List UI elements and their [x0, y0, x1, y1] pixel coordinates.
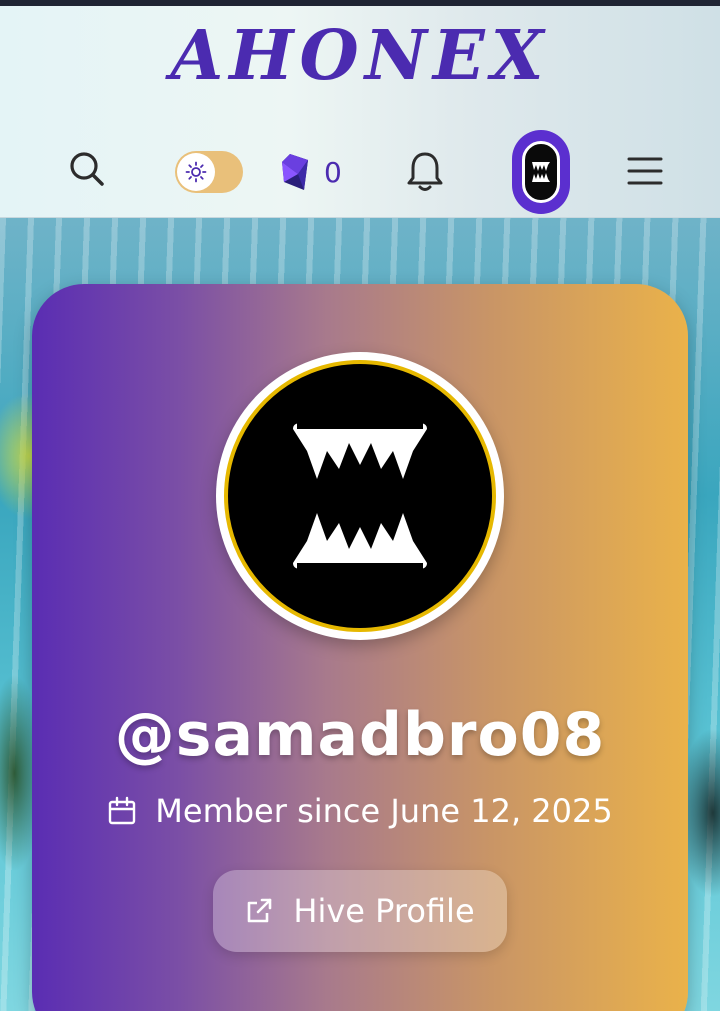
gem-count: 0: [324, 155, 342, 189]
calendar-icon: [109, 796, 136, 825]
hive-profile-label: Hive Profile: [293, 892, 475, 930]
profile-username: @samadbro08: [114, 700, 606, 770]
gem-balance[interactable]: 0: [280, 146, 342, 198]
site-logo[interactable]: AHONEX: [0, 16, 720, 96]
member-since-text: Member since June 12, 2025: [155, 792, 613, 830]
sun-icon: [185, 161, 207, 183]
fangs-icon: [532, 162, 550, 182]
menu-icon: [627, 157, 663, 185]
avatar: [522, 141, 560, 203]
search-icon: [70, 152, 104, 186]
fangs-logo-icon: [293, 423, 427, 569]
notifications-button[interactable]: [400, 146, 450, 198]
bell-icon: [407, 152, 443, 191]
theme-toggle[interactable]: [175, 151, 243, 193]
member-since: Member since June 12, 2025: [32, 792, 688, 830]
gem-icon: [282, 154, 308, 190]
profile-card: @samadbro08 Member since June 12, 2025 H…: [32, 284, 688, 1011]
external-link-icon: [248, 898, 272, 923]
user-avatar-button[interactable]: [512, 130, 570, 214]
menu-button[interactable]: [620, 146, 670, 196]
theme-toggle-knob: [177, 153, 215, 191]
search-button[interactable]: [62, 144, 112, 194]
site-header: AHONEX 0: [0, 6, 720, 218]
profile-picture: [216, 352, 504, 640]
profile-picture-ring: [224, 360, 496, 632]
hive-profile-button[interactable]: Hive Profile: [213, 870, 507, 952]
